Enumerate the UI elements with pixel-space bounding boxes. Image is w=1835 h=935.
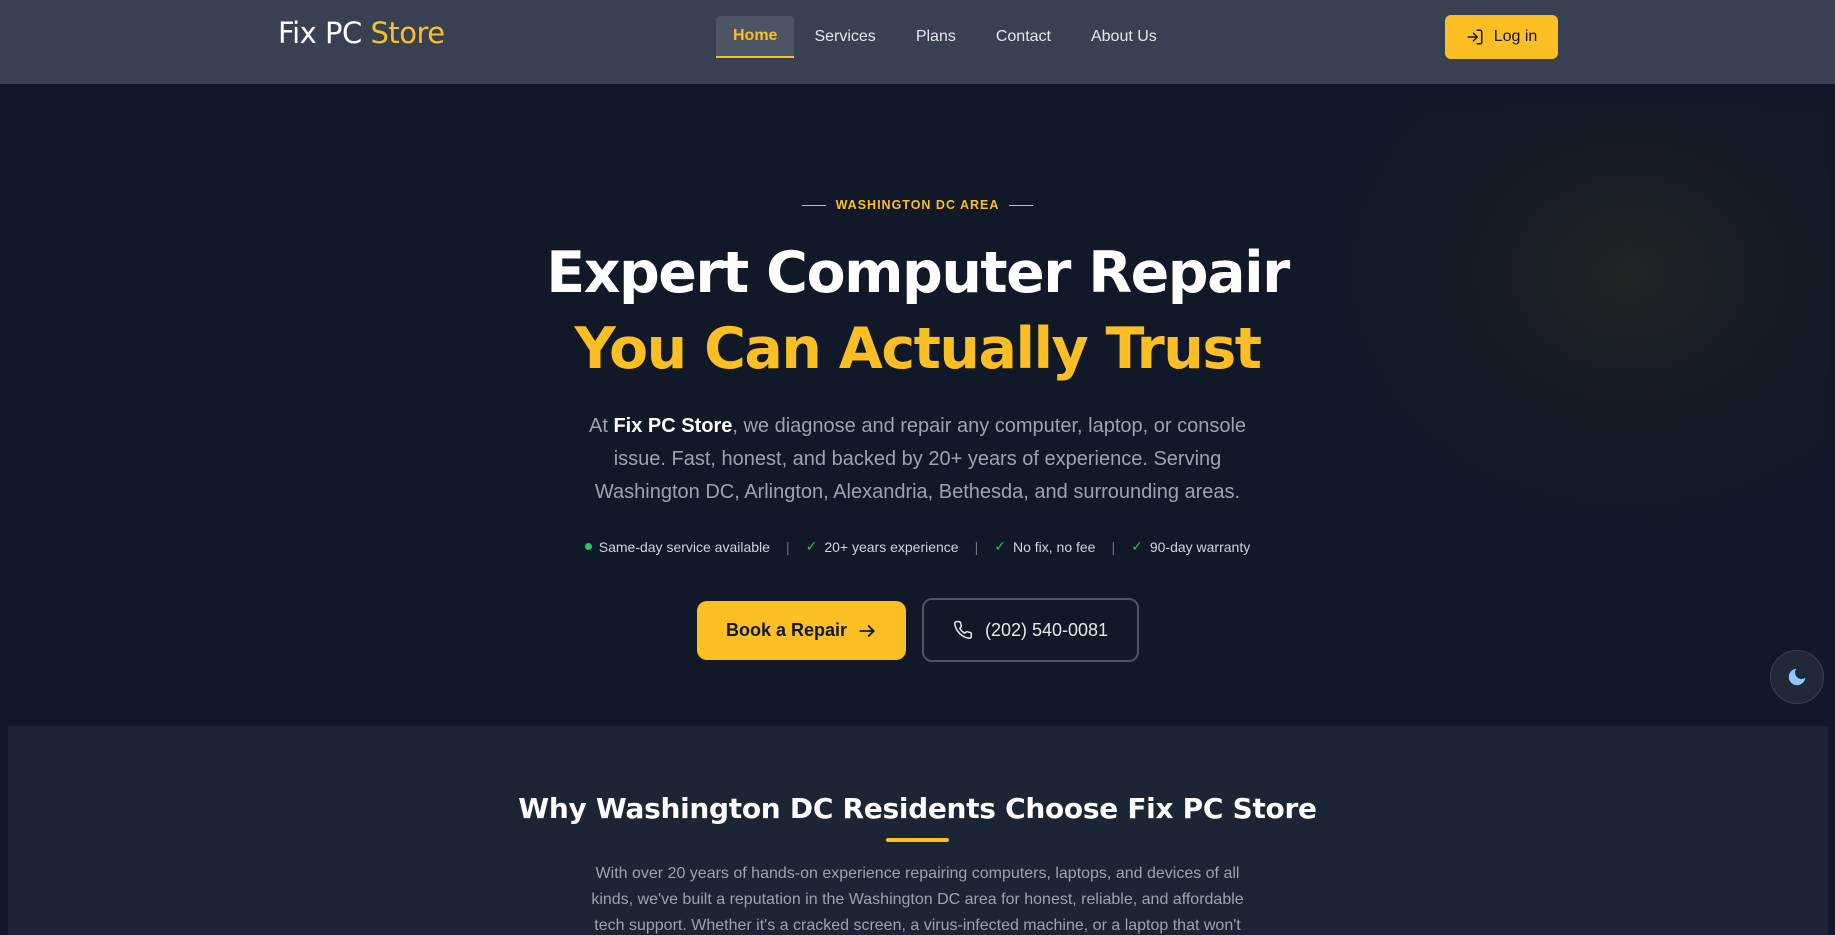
status-dot-icon: [584, 543, 592, 550]
hero-glow: [1330, 105, 1830, 525]
check-icon: ✓: [994, 538, 1006, 554]
hero-features: Same-day service available | ✓ 20+ years…: [0, 538, 1835, 555]
nav-item-services[interactable]: Services: [794, 16, 895, 58]
hero-eyebrow: WASHINGTON DC AREA: [0, 198, 1835, 212]
feature-warranty: ✓ 90-day warranty: [1131, 538, 1250, 555]
why-title-underline: [886, 838, 949, 842]
hero-title-line1: Expert Computer Repair: [546, 240, 1290, 306]
site-header: Fix PC Store Home Services Plans Contact…: [0, 0, 1835, 84]
feature-experience: ✓ 20+ years experience: [806, 538, 959, 555]
why-text: With over 20 years of hands-on experienc…: [591, 865, 1244, 934]
feature-separator: |: [785, 538, 790, 555]
eyebrow-line-right: [1009, 204, 1034, 206]
arrow-right-icon: [859, 624, 875, 637]
nav-item-home[interactable]: Home: [716, 16, 795, 58]
call-phone-button[interactable]: (202) 540-0081: [922, 598, 1139, 662]
logo-text-primary: Fix PC: [278, 16, 362, 50]
feature-same-day: Same-day service available: [584, 538, 770, 555]
feature-label: Same-day service available: [598, 538, 770, 555]
lead-prefix: At: [588, 415, 614, 437]
nav-item-plans[interactable]: Plans: [896, 16, 976, 58]
login-icon: [1467, 29, 1483, 45]
nav-item-about-us[interactable]: About Us: [1071, 16, 1177, 58]
theme-toggle-button[interactable]: [1770, 650, 1824, 704]
feature-label: 90-day warranty: [1149, 538, 1251, 555]
book-repair-label: Book a Repair: [725, 620, 848, 640]
moon-icon: [1788, 668, 1806, 686]
check-icon: ✓: [805, 538, 818, 554]
feature-separator: |: [1111, 538, 1116, 555]
phone-number: (202) 540-0081: [984, 619, 1109, 640]
why-title: Why Washington DC Residents Choose Fix P…: [518, 792, 1317, 825]
feature-label: 20+ years experience: [824, 538, 959, 555]
main-nav: Home Services Plans Contact About Us: [716, 16, 1177, 58]
logo-text-accent: Store: [370, 16, 445, 50]
lead-brand: Fix PC Store: [613, 415, 733, 437]
feature-no-fix-no-fee: ✓ No fix, no fee: [994, 538, 1095, 555]
book-repair-button[interactable]: Book a Repair: [697, 601, 906, 660]
login-button[interactable]: Log in: [1445, 15, 1558, 59]
hero-lead: At Fix PC Store, we diagnose and repair …: [580, 410, 1255, 509]
feature-label: No fix, no fee: [1012, 538, 1096, 555]
eyebrow-text: WASHINGTON DC AREA: [835, 198, 1000, 212]
hero-title-line2: You Can Actually Trust: [574, 316, 1262, 382]
login-label: Log in: [1493, 28, 1538, 45]
eyebrow-line-left: [801, 204, 826, 206]
phone-icon: [953, 620, 973, 640]
feature-separator: |: [974, 538, 979, 555]
check-icon: ✓: [1131, 538, 1143, 554]
nav-item-contact[interactable]: Contact: [976, 16, 1071, 58]
logo[interactable]: Fix PC Store: [278, 16, 445, 50]
